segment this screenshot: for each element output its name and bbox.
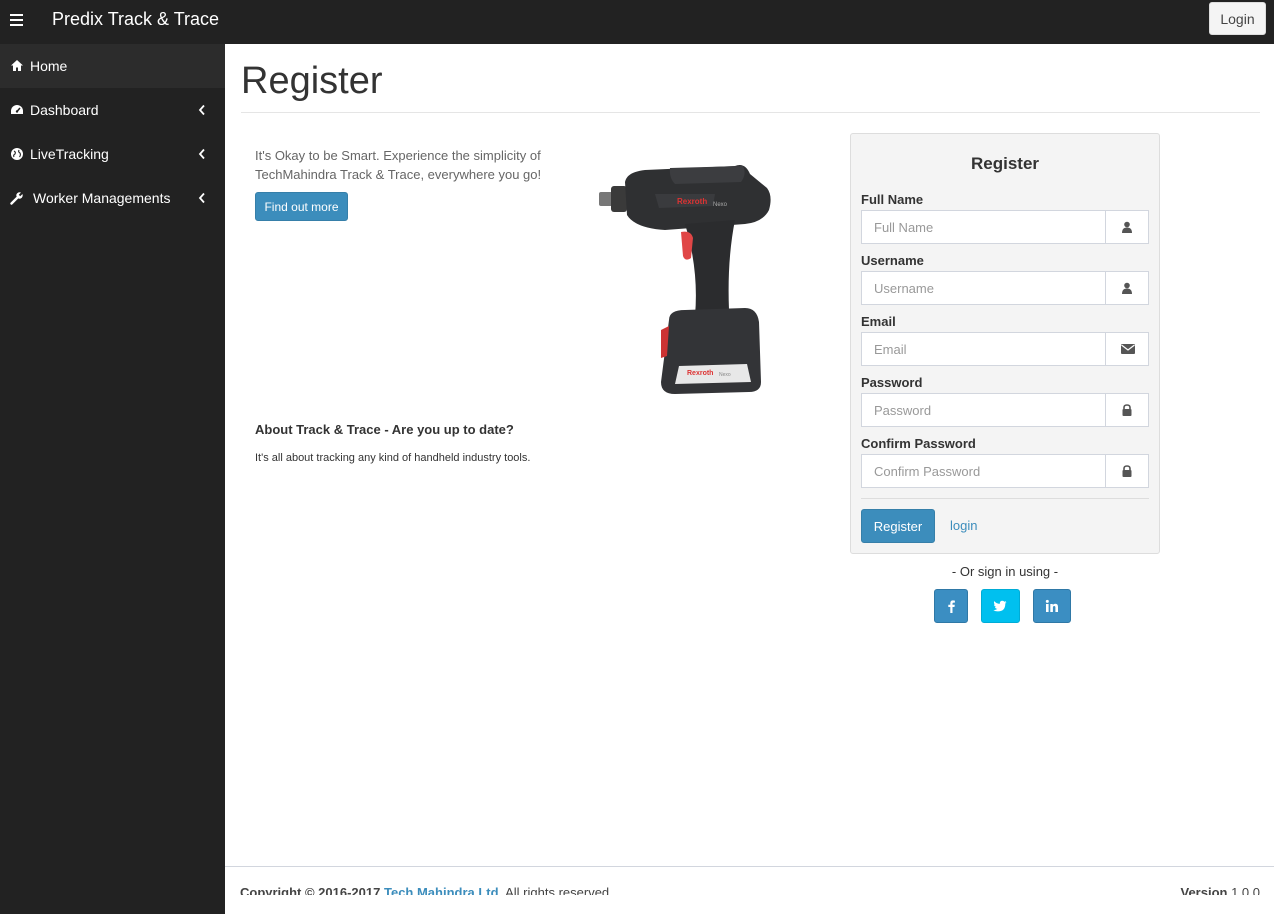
envelope-icon: [1121, 344, 1135, 354]
chevron-left-icon: [198, 104, 205, 116]
about-heading: About Track & Trace - Are you up to date…: [255, 422, 514, 437]
top-navbar: Predix Track & Trace Login: [0, 0, 1274, 44]
login-button[interactable]: Login: [1209, 2, 1266, 35]
chevron-left-icon: [198, 192, 205, 204]
copyright-text: Copyright © 2016-2017 Tech Mahindra Ltd.…: [240, 885, 613, 895]
about-text: It's all about tracking any kind of hand…: [255, 452, 531, 464]
rights-text: All rights reserved.: [505, 885, 613, 895]
email-addon: [1105, 332, 1149, 366]
wrench-icon: [10, 191, 24, 205]
linkedin-button[interactable]: [1033, 589, 1071, 623]
sidebar-item-dashboard[interactable]: Dashboard: [0, 88, 225, 132]
full-name-input[interactable]: [861, 210, 1106, 244]
sidebar-item-livetracking[interactable]: LiveTracking: [0, 132, 225, 176]
menu-toggle-icon[interactable]: [10, 14, 23, 26]
version-text: Version 1.0.0: [1180, 885, 1260, 895]
register-box-title: Register: [970, 154, 1040, 173]
full-name-label: Full Name: [861, 192, 924, 207]
drill-brand-text: Rexroth: [677, 197, 707, 206]
company-link[interactable]: Tech Mahindra Ltd.: [384, 885, 502, 895]
drill-model-text: Nexo: [713, 202, 728, 208]
password-label: Password: [861, 375, 923, 390]
brand-title[interactable]: Predix Track & Trace: [52, 10, 219, 28]
version-value: 1.0.0: [1231, 885, 1260, 895]
full-name-addon: [1105, 210, 1149, 244]
twitter-icon: [993, 600, 1007, 612]
intro-text: It's Okay to be Smart. Experience the si…: [255, 148, 542, 182]
chevron-left-icon: [198, 148, 205, 160]
dashboard-icon: [11, 105, 23, 114]
linkedin-icon: [1045, 599, 1058, 612]
sidebar-item-label: Dashboard: [30, 102, 99, 118]
user-icon: [1122, 221, 1132, 233]
lock-icon: [1122, 404, 1132, 416]
password-addon: [1105, 393, 1149, 427]
email-input[interactable]: [861, 332, 1106, 366]
footer: Copyright © 2016-2017 Tech Mahindra Ltd.…: [225, 867, 1274, 895]
user-icon: [1122, 282, 1132, 294]
sidebar-item-label: Home: [30, 58, 68, 74]
twitter-button[interactable]: [981, 589, 1020, 623]
title-divider: [241, 112, 1260, 113]
facebook-button[interactable]: [934, 589, 968, 623]
sidebar-item-label: LiveTracking: [30, 146, 109, 162]
login-link[interactable]: login: [950, 518, 977, 533]
username-label: Username: [861, 253, 924, 268]
register-divider: [861, 498, 1149, 499]
confirm-password-input[interactable]: [861, 454, 1106, 488]
cordless-drill-image: Rexroth Nexo Rexroth Nexo: [599, 165, 771, 394]
sidebar-item-label: Worker Managements: [33, 190, 171, 206]
home-icon: [11, 60, 23, 71]
password-input[interactable]: [861, 393, 1106, 427]
sidebar: Home Dashboard LiveTracking Worker Manag…: [0, 44, 225, 914]
username-input[interactable]: [861, 271, 1106, 305]
copyright-prefix: Copyright © 2016-2017: [240, 885, 381, 895]
email-label: Email: [861, 314, 896, 329]
battery-brand-text: Rexroth: [687, 370, 713, 377]
globe-icon: [11, 148, 23, 160]
sidebar-item-worker-managements[interactable]: Worker Managements: [0, 176, 225, 220]
sidebar-item-home[interactable]: Home: [0, 44, 225, 88]
bottom-strip: [225, 895, 1274, 914]
register-button[interactable]: Register: [861, 509, 935, 543]
version-label: Version: [1180, 885, 1228, 895]
or-sign-in-text: - Or sign in using -: [951, 564, 1059, 579]
page-title: Register: [241, 60, 383, 102]
username-addon: [1105, 271, 1149, 305]
confirm-password-addon: [1105, 454, 1149, 488]
battery-model-text: Nexo: [719, 372, 731, 378]
lock-icon: [1122, 465, 1132, 477]
confirm-password-label: Confirm Password: [861, 436, 976, 451]
find-out-more-button[interactable]: Find out more: [255, 192, 348, 221]
facebook-icon: [948, 600, 955, 613]
